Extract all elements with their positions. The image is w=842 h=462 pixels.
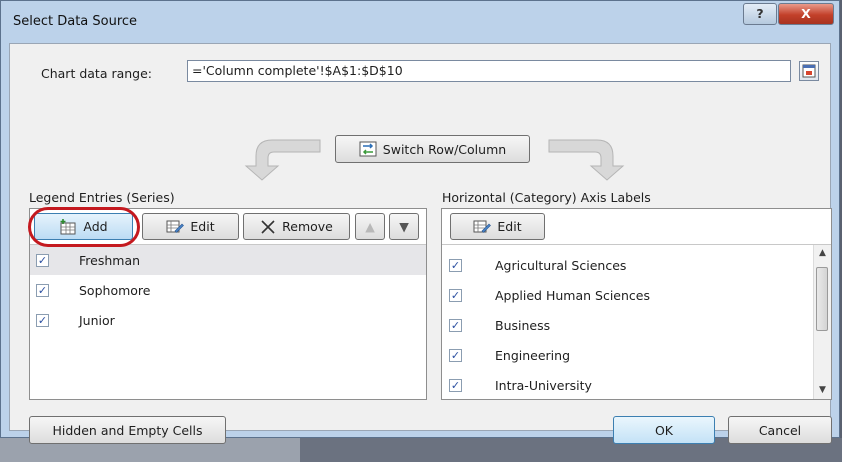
legend-entry-label: Sophomore	[79, 282, 151, 298]
legend-entry-label: Freshman	[79, 252, 141, 268]
axis-label-checkbox[interactable]: ✓	[449, 258, 462, 272]
axis-labels-scrollbar[interactable]: ▲ ▼	[813, 245, 831, 399]
edit-icon	[166, 220, 185, 233]
title-bar: Select Data Source ? X	[1, 1, 839, 43]
axis-label-checkbox[interactable]: ✓	[449, 348, 462, 362]
hidden-empty-cells-label: Hidden and Empty Cells	[52, 422, 203, 438]
help-icon: ?	[756, 6, 764, 21]
scroll-thumb[interactable]	[816, 267, 828, 331]
axis-label-label: Applied Human Sciences	[495, 287, 650, 303]
legend-entry-row[interactable]: ✓ Freshman	[30, 245, 426, 275]
legend-entries-heading: Legend Entries (Series)	[29, 190, 175, 205]
edit-axis-labels-label: Edit	[497, 219, 522, 234]
curved-arrow-left-icon	[244, 139, 321, 181]
move-up-icon: ▲	[365, 219, 375, 234]
axis-label-label: Intra-University	[495, 377, 592, 393]
legend-entry-checkbox[interactable]: ✓	[36, 253, 49, 267]
add-button-label: Add	[83, 219, 108, 234]
cancel-button[interactable]: Cancel	[728, 416, 832, 444]
axis-label-row[interactable]: ✓ Agricultural Sciences	[442, 250, 831, 280]
dialog-body: Chart data range: ='Column complete'!$A$…	[9, 43, 832, 444]
scroll-up-icon[interactable]: ▲	[814, 245, 831, 262]
switch-row-column-label: Switch Row/Column	[382, 141, 507, 157]
close-button[interactable]: X	[778, 3, 834, 25]
chart-data-range-label: Chart data range:	[41, 66, 153, 81]
chart-data-range-input[interactable]: ='Column complete'!$A$1:$D$10	[187, 60, 791, 82]
dialog-title: Select Data Source	[13, 14, 138, 29]
legend-toolbar: Add Edit Remove ▲ ▼	[30, 209, 426, 245]
ok-button[interactable]: OK	[613, 416, 715, 444]
add-series-button[interactable]: Add	[34, 213, 133, 240]
legend-entries-panel: Add Edit Remove ▲ ▼ ✓ Freshman ✓ Sophomo…	[29, 208, 427, 400]
help-button[interactable]: ?	[743, 3, 777, 25]
legend-entry-label: Junior	[79, 312, 115, 328]
axis-labels-heading: Horizontal (Category) Axis Labels	[442, 190, 651, 205]
axis-label-row[interactable]: ✓ Intra-University	[442, 370, 831, 400]
axis-label-label: Business	[495, 317, 551, 333]
curved-arrow-right-icon	[548, 139, 625, 181]
hidden-empty-cells-button[interactable]: Hidden and Empty Cells	[29, 416, 226, 444]
switch-row-column-button[interactable]: Switch Row/Column	[335, 135, 530, 163]
ok-button-label: OK	[654, 422, 674, 438]
edit-series-button[interactable]: Edit	[142, 213, 239, 240]
remove-series-label: Remove	[282, 219, 333, 234]
add-series-icon	[60, 218, 76, 234]
move-down-icon: ▼	[399, 219, 409, 234]
legend-entry-row[interactable]: ✓ Junior	[30, 305, 426, 335]
legend-entry-checkbox[interactable]: ✓	[36, 283, 49, 297]
scroll-down-icon[interactable]: ▼	[814, 382, 831, 399]
axis-label-row[interactable]: ✓ Engineering	[442, 340, 831, 370]
axis-label-label: Engineering	[495, 347, 570, 363]
legend-entry-checkbox[interactable]: ✓	[36, 313, 49, 327]
move-down-button[interactable]: ▼	[389, 213, 419, 240]
move-up-button[interactable]: ▲	[355, 213, 385, 240]
collapse-dialog-icon	[802, 64, 816, 78]
axis-label-checkbox[interactable]: ✓	[449, 378, 462, 392]
axis-label-row[interactable]: ✓ Business	[442, 310, 831, 340]
edit-icon	[473, 220, 492, 233]
axis-label-row[interactable]: ✓ Applied Human Sciences	[442, 280, 831, 310]
edit-axis-labels-button[interactable]: Edit	[450, 213, 545, 240]
axis-label-checkbox[interactable]: ✓	[449, 288, 462, 302]
remove-series-button[interactable]: Remove	[243, 213, 350, 240]
axis-label-checkbox[interactable]: ✓	[449, 318, 462, 332]
remove-x-icon	[261, 219, 275, 234]
edit-series-label: Edit	[190, 219, 215, 234]
collapse-dialog-button[interactable]	[799, 61, 819, 81]
axis-label-label: Agricultural Sciences	[495, 257, 627, 273]
legend-entry-row[interactable]: ✓ Sophomore	[30, 275, 426, 305]
axis-labels-panel: Edit ✓ Agricultural Sciences ✓ Applied Huma…	[441, 208, 832, 400]
select-data-source-dialog: Select Data Source ? X Chart data range:…	[0, 0, 840, 444]
close-icon: X	[801, 6, 811, 21]
switch-icon	[359, 141, 377, 157]
axis-toolbar: Edit	[442, 209, 831, 245]
cancel-button-label: Cancel	[758, 422, 802, 438]
